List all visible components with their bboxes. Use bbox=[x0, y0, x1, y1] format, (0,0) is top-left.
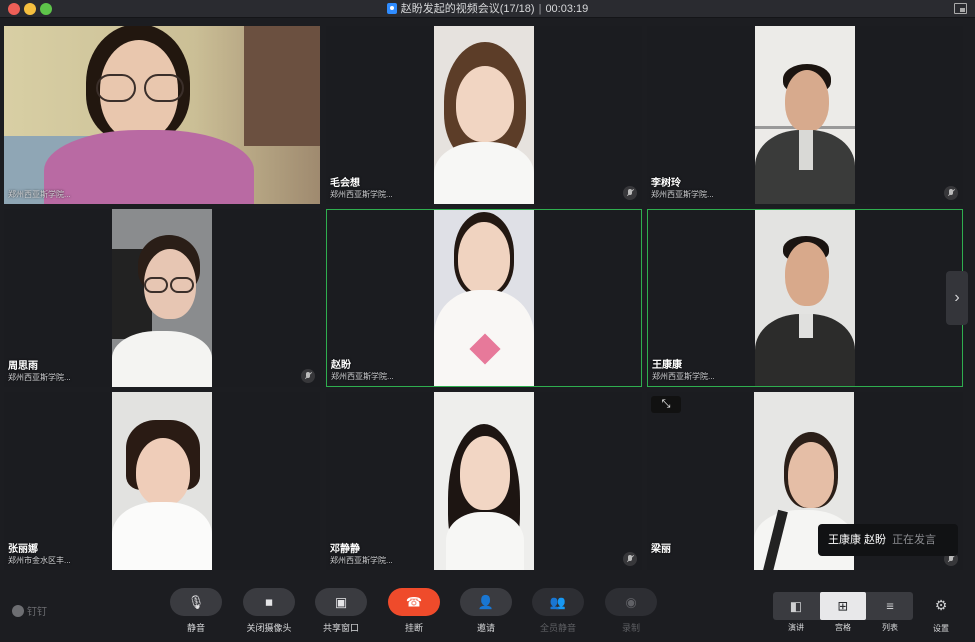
share-label: 共享窗口 bbox=[322, 623, 359, 633]
participant-name: 毛会想 bbox=[330, 178, 360, 189]
participant-video bbox=[112, 209, 212, 387]
participant-video bbox=[4, 26, 320, 204]
picture-in-picture-icon[interactable] bbox=[954, 3, 967, 14]
participant-name: 邓静静 bbox=[330, 544, 360, 555]
participant-video bbox=[434, 26, 534, 204]
shield-icon bbox=[386, 3, 397, 14]
participant-tile[interactable]: 周思雨 郑州西亚斯学院... bbox=[4, 209, 320, 387]
brand-logo: 钉钉 bbox=[12, 603, 47, 618]
participant-org: 郑州西亚斯学院... bbox=[330, 190, 393, 199]
mute-all-button[interactable]: 👥 全员静音 bbox=[531, 588, 585, 638]
camera-off-label: 关闭摄像头 bbox=[246, 623, 292, 633]
record-icon: ◉ bbox=[625, 594, 637, 610]
layout-grid-label: 宫格 bbox=[835, 623, 851, 632]
mic-muted-icon bbox=[301, 369, 315, 383]
mute-button[interactable]: 🎙 静音 bbox=[169, 588, 223, 638]
hangup-label: 挂断 bbox=[404, 623, 423, 633]
participant-name: 张丽娜 bbox=[8, 544, 38, 555]
mic-muted-icon bbox=[623, 552, 637, 566]
hangup-button[interactable]: ☎ 挂断 bbox=[387, 588, 441, 638]
layout-speaker-label: 演讲 bbox=[788, 623, 804, 632]
participant-tile[interactable]: 张丽娜 郑州市金水区丰... bbox=[4, 392, 320, 570]
chevron-right-icon: › bbox=[954, 289, 960, 306]
invite-button[interactable]: 👤 邀请 bbox=[459, 588, 513, 638]
participant-tile[interactable]: 邓静静 郑州西亚斯学院... bbox=[326, 392, 642, 570]
participant-tile[interactable]: 郑州西亚斯学院... bbox=[4, 26, 320, 204]
participant-tile[interactable]: 毛会想 郑州西亚斯学院... bbox=[326, 26, 642, 204]
camera-off-button[interactable]: ■ 关闭摄像头 bbox=[242, 588, 296, 638]
group-mute-icon: 👥 bbox=[549, 594, 567, 610]
camera-icon: ■ bbox=[265, 594, 273, 610]
layout-grid-button[interactable]: ⊞ bbox=[820, 592, 866, 620]
share-screen-icon: ▣ bbox=[334, 594, 348, 610]
participant-org: 郑州西亚斯学院... bbox=[8, 190, 71, 199]
meeting-timer: 00:03:19 bbox=[545, 3, 589, 15]
participant-video bbox=[755, 26, 855, 204]
record-label: 录制 bbox=[621, 623, 640, 633]
title-bar: 赵盼发起的视频会议(17/18) | 00:03:19 bbox=[0, 0, 975, 18]
dingtalk-icon bbox=[12, 605, 24, 617]
participant-org: 郑州西亚斯学院... bbox=[330, 556, 393, 565]
record-button[interactable]: ◉ 录制 bbox=[604, 588, 658, 638]
mic-muted-icon bbox=[623, 186, 637, 200]
gear-icon: ⚙ bbox=[934, 597, 948, 613]
participant-video bbox=[755, 210, 855, 386]
participant-name: 周思雨 bbox=[8, 361, 38, 372]
layout-switcher: ◧ ⊞ ≡ bbox=[773, 592, 913, 620]
participant-name: 王康康 bbox=[652, 360, 682, 371]
video-grid: 郑州西亚斯学院... 毛会想 郑州西亚斯学院... 李树玲 郑州西亚斯学院...… bbox=[4, 26, 966, 570]
layout-list-button[interactable]: ≡ bbox=[867, 592, 913, 620]
mute-all-label: 全员静音 bbox=[539, 623, 576, 633]
add-person-icon: 👤 bbox=[477, 594, 495, 610]
speaking-names: 王康康 赵盼 bbox=[828, 534, 887, 546]
participant-name: 梁丽 bbox=[651, 544, 671, 555]
mic-muted-icon bbox=[944, 186, 958, 200]
participant-name: 赵盼 bbox=[331, 360, 351, 371]
next-page-button[interactable]: › bbox=[946, 271, 968, 325]
share-window-button[interactable]: ▣ 共享窗口 bbox=[314, 588, 368, 638]
speaking-indicator: 王康康 赵盼 正在发言 bbox=[818, 524, 958, 556]
participant-name: 李树玲 bbox=[651, 178, 681, 189]
microphone-icon: 🎙 bbox=[187, 594, 205, 610]
participant-org: 郑州西亚斯学院... bbox=[8, 373, 71, 382]
participant-video bbox=[434, 392, 534, 570]
participant-video bbox=[434, 210, 534, 386]
participant-tile-active[interactable]: 赵盼 郑州西亚斯学院... bbox=[326, 209, 642, 387]
participant-video bbox=[112, 392, 212, 570]
meeting-title: 赵盼发起的视频会议(17/18) bbox=[400, 3, 535, 15]
mute-label: 静音 bbox=[186, 623, 205, 633]
speaker-layout-icon: ◧ bbox=[789, 598, 803, 614]
grid-layout-icon: ⊞ bbox=[837, 598, 849, 614]
participant-org: 郑州西亚斯学院... bbox=[331, 372, 394, 381]
participant-tile-active[interactable]: 王康康 郑州西亚斯学院... bbox=[647, 209, 963, 387]
participant-org: 郑州西亚斯学院... bbox=[652, 372, 715, 381]
list-layout-icon: ≡ bbox=[886, 598, 894, 614]
participant-org: 郑州西亚斯学院... bbox=[651, 190, 714, 199]
phone-hangup-icon: ☎ bbox=[405, 594, 423, 610]
participant-org: 郑州市金水区丰... bbox=[8, 556, 71, 565]
layout-speaker-button[interactable]: ◧ bbox=[773, 592, 819, 620]
settings-label: 设置 bbox=[933, 624, 949, 633]
layout-list-label: 列表 bbox=[882, 623, 898, 632]
window-title: 赵盼发起的视频会议(17/18) | 00:03:19 bbox=[0, 1, 975, 17]
participant-tile[interactable]: 李树玲 郑州西亚斯学院... bbox=[647, 26, 963, 204]
invite-label: 邀请 bbox=[476, 623, 495, 633]
speaking-status: 正在发言 bbox=[892, 534, 937, 546]
settings-button[interactable]: ⚙ bbox=[928, 597, 954, 614]
meeting-window: 赵盼发起的视频会议(17/18) | 00:03:19 郑州西亚斯学院... 毛… bbox=[0, 0, 975, 642]
expand-icon[interactable]: ⤡ bbox=[651, 396, 681, 413]
